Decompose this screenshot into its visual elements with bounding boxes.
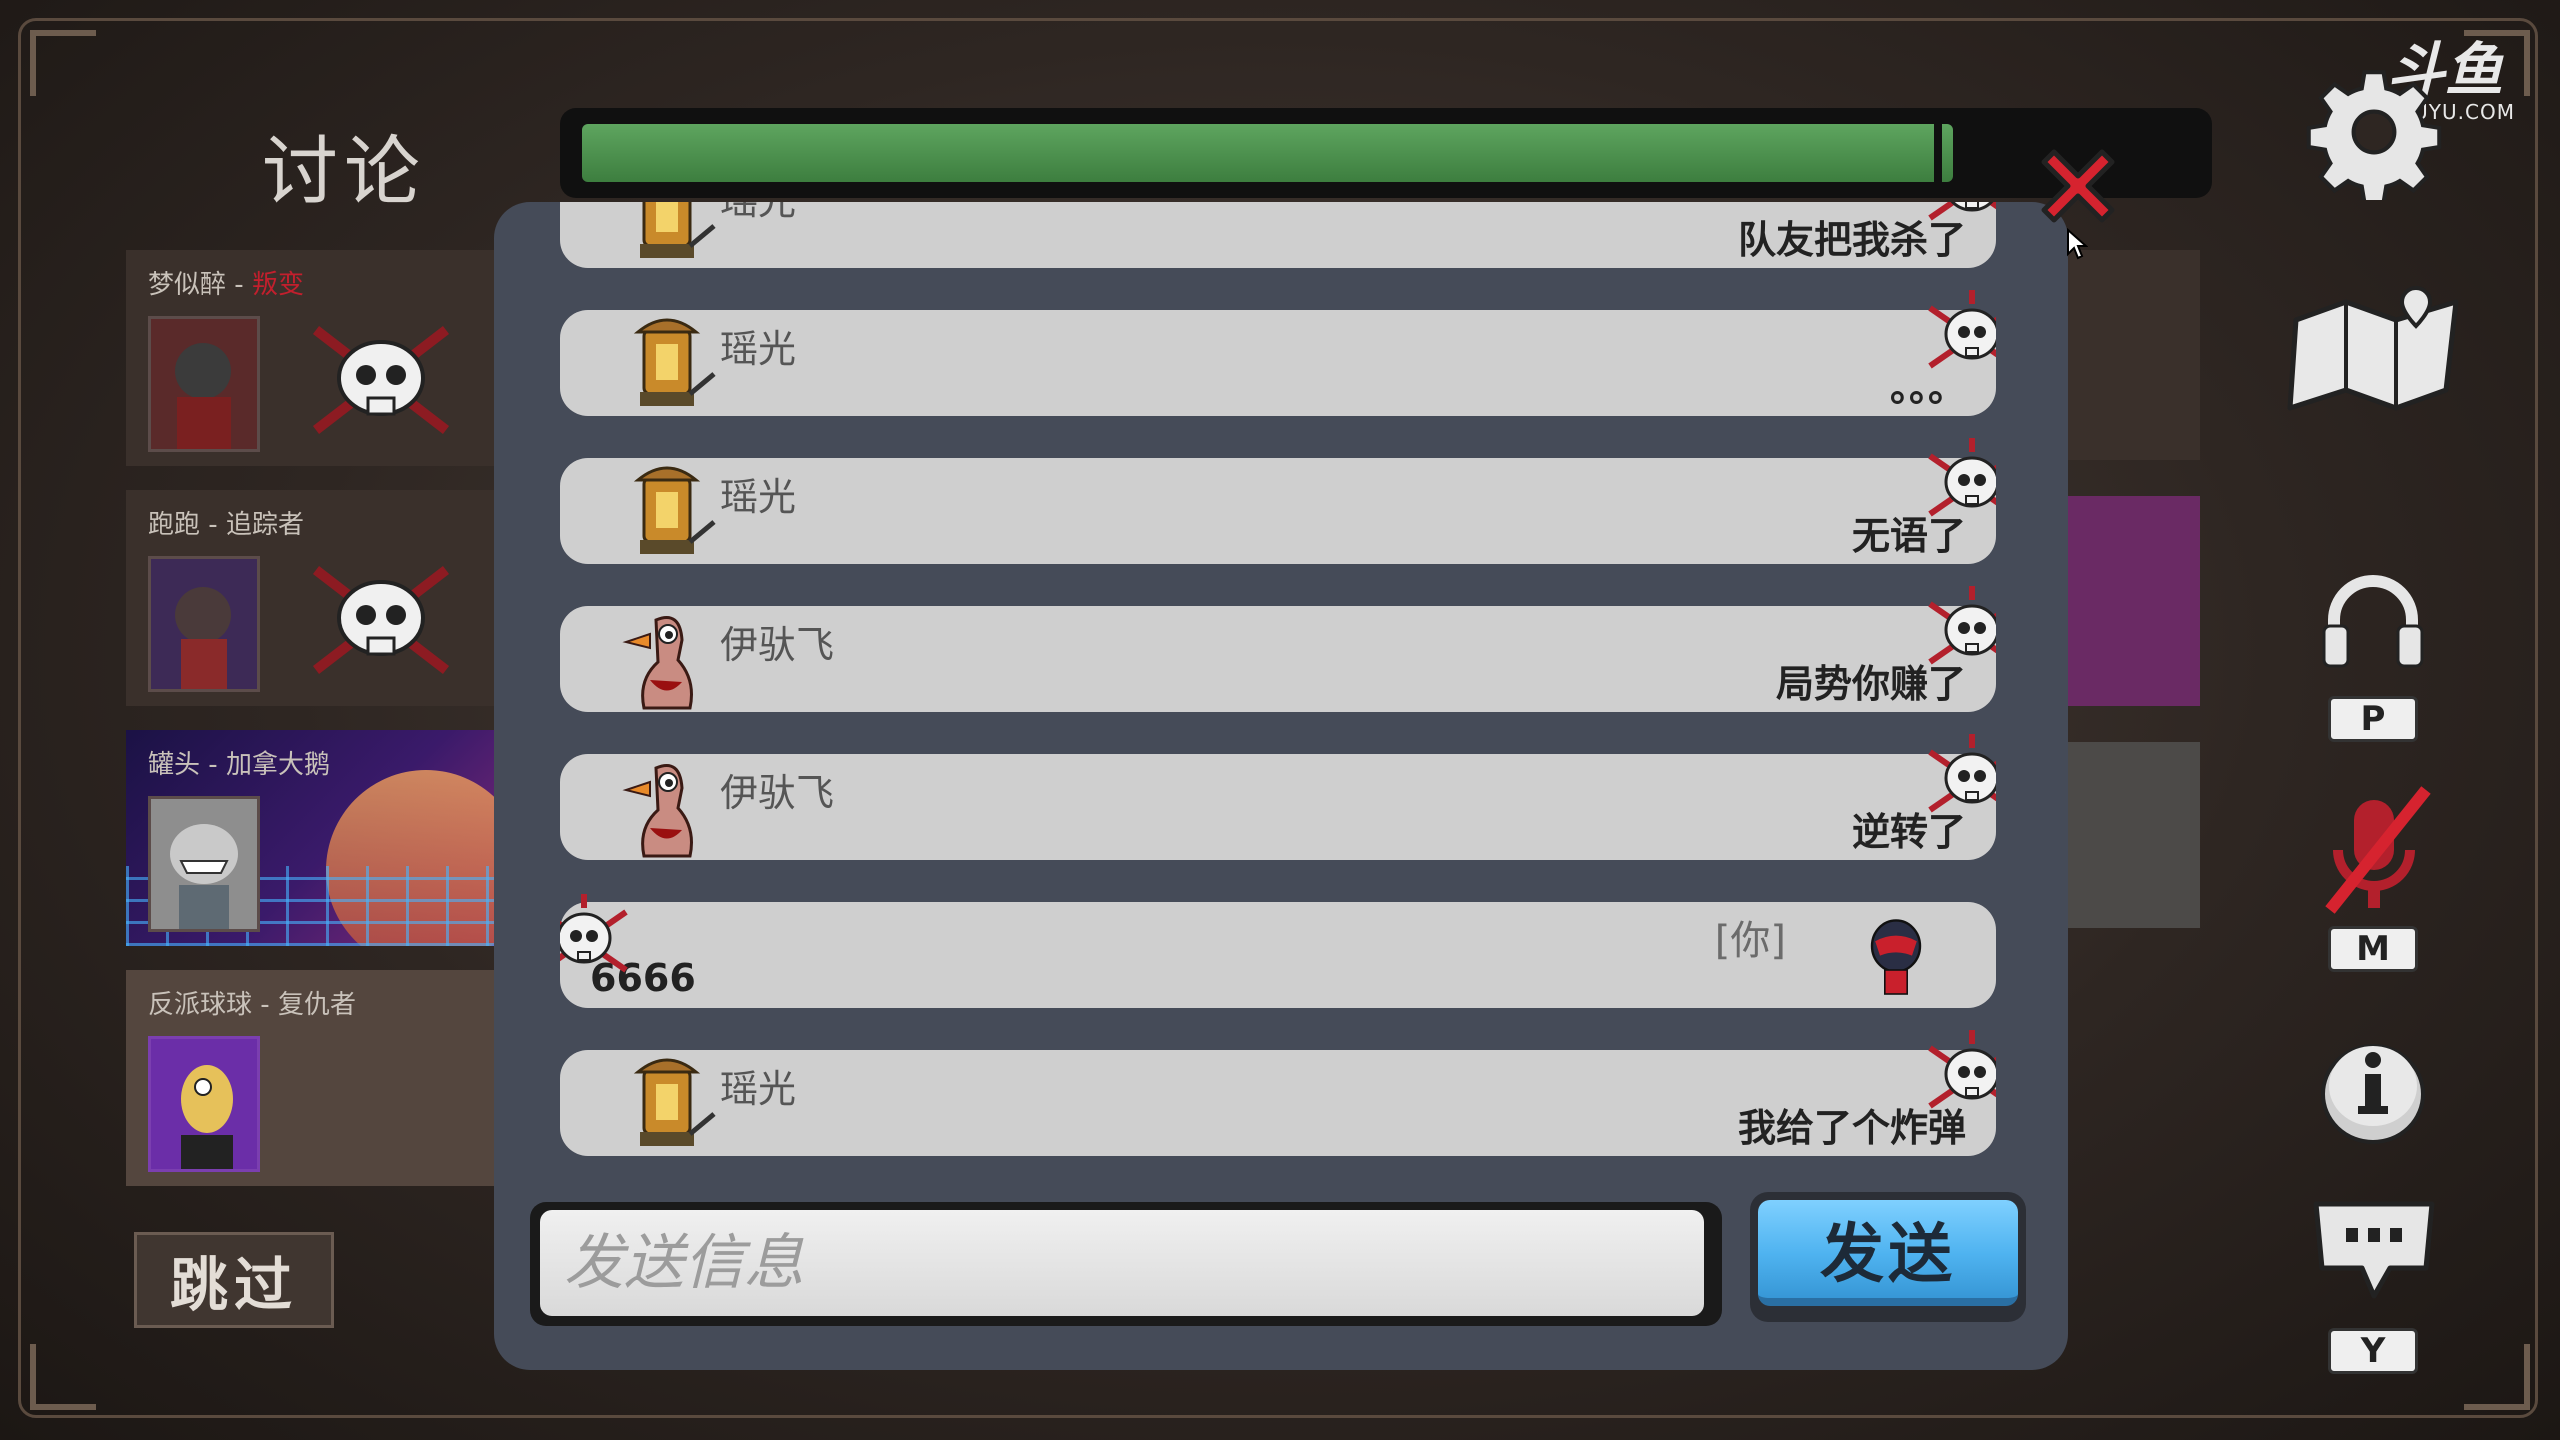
timer-fill bbox=[582, 124, 1953, 182]
player-name: 梦似醉 - 叛变 bbox=[148, 270, 304, 300]
sender-avatar bbox=[622, 764, 693, 858]
skip-vote-button[interactable]: 跳过 bbox=[134, 1232, 334, 1328]
background-card bbox=[2060, 250, 2200, 460]
mute-key: M bbox=[2328, 926, 2418, 972]
headphones-icon[interactable] bbox=[2320, 570, 2426, 670]
discussion-title: 讨论 bbox=[262, 127, 426, 216]
mouse-cursor-icon bbox=[2067, 228, 2088, 260]
dead-skull-icon bbox=[1928, 734, 1996, 813]
frame-corner bbox=[2464, 1344, 2530, 1410]
player-avatar bbox=[148, 1036, 260, 1172]
message-sender: 瑶光 bbox=[720, 202, 796, 225]
chat-message: [你] 6666 bbox=[560, 894, 1996, 1008]
sender-avatar bbox=[640, 202, 716, 258]
frame-corner bbox=[30, 30, 96, 96]
you-tag: [你] bbox=[1714, 918, 1786, 964]
chat-key: Y bbox=[2328, 1328, 2418, 1374]
message-sender: 瑶光 bbox=[720, 475, 797, 519]
dead-skull-icon bbox=[560, 894, 628, 973]
chat-message: 伊驮飞 逆转了 bbox=[560, 734, 1996, 860]
dead-skull-icon bbox=[312, 326, 450, 434]
timer-divider bbox=[1934, 114, 1942, 192]
player-avatar bbox=[148, 796, 260, 932]
dead-skull-icon bbox=[1928, 202, 1996, 221]
background-card bbox=[2060, 496, 2200, 706]
player-list: 梦似醉 - 叛变 跑跑 - 追踪者 罐头 - 加拿大鹅 反派球球 - 复仇者 bbox=[126, 250, 496, 1210]
sender-avatar bbox=[633, 1058, 716, 1146]
sender-avatar bbox=[1870, 919, 1922, 995]
frame-corner bbox=[30, 1344, 96, 1410]
message-sender: 伊驮飞 bbox=[720, 623, 835, 667]
player-card[interactable]: 罐头 - 加拿大鹅 bbox=[126, 730, 496, 946]
player-avatar bbox=[148, 316, 260, 452]
message-sender: 瑶光 bbox=[720, 327, 797, 371]
chat-message: 瑶光 我给了个炸弹 bbox=[560, 1030, 1996, 1156]
player-name: 罐头 - 加拿大鹅 bbox=[148, 750, 330, 780]
chat-message: 瑶光队友把我杀了 bbox=[560, 202, 1996, 268]
message-sender: 伊驮飞 bbox=[720, 771, 835, 815]
player-card[interactable]: 反派球球 - 复仇者 bbox=[126, 970, 496, 1186]
sender-avatar bbox=[622, 616, 693, 710]
chat-panel: 瑶光队友把我杀了瑶光。。。瑶光无语了伊驮飞局势你赚了伊驮飞逆转了 [你]6666 瑶… bbox=[494, 202, 2068, 1370]
dead-skull-icon bbox=[1928, 438, 1996, 517]
dead-skull-icon bbox=[1928, 586, 1996, 665]
chat-message-list[interactable]: 瑶光队友把我杀了瑶光。。。瑶光无语了伊驮飞局势你赚了伊驮飞逆转了 [你]6666 瑶… bbox=[560, 202, 1996, 1162]
background-card bbox=[2060, 742, 2200, 928]
player-avatar bbox=[148, 556, 260, 692]
mic-muted-icon[interactable] bbox=[2310, 780, 2440, 920]
send-button[interactable]: 发送 bbox=[1758, 1200, 2018, 1306]
chat-input-container bbox=[530, 1202, 1722, 1326]
chat-message: 瑶光。。。 bbox=[560, 290, 1996, 416]
dead-skull-icon bbox=[312, 566, 450, 674]
dead-skull-icon bbox=[1928, 290, 1996, 369]
sender-avatar bbox=[633, 466, 716, 554]
close-icon[interactable] bbox=[2030, 138, 2126, 234]
player-card[interactable]: 跑跑 - 追踪者 bbox=[126, 490, 496, 706]
push-to-talk-key: P bbox=[2328, 696, 2418, 742]
player-name: 跑跑 - 追踪者 bbox=[148, 510, 304, 540]
sender-avatar bbox=[633, 318, 716, 406]
role-info-icon[interactable] bbox=[2318, 1024, 2428, 1148]
gear-icon[interactable] bbox=[2306, 64, 2442, 200]
chat-message: 伊驮飞 局势你赚了 bbox=[560, 586, 1996, 712]
player-name: 反派球球 - 复仇者 bbox=[148, 990, 356, 1020]
send-button-frame: 发送 bbox=[1750, 1192, 2026, 1322]
chat-message: 瑶光 无语了 bbox=[560, 438, 1996, 564]
chat-bubble-icon[interactable] bbox=[2310, 1196, 2438, 1308]
player-card[interactable]: 梦似醉 - 叛变 bbox=[126, 250, 496, 466]
discussion-timer-bar bbox=[560, 108, 2212, 198]
dead-skull-icon bbox=[1928, 1030, 1996, 1109]
chat-input[interactable] bbox=[540, 1210, 1704, 1316]
map-icon[interactable] bbox=[2286, 280, 2466, 420]
message-sender: 瑶光 bbox=[720, 1067, 797, 1111]
